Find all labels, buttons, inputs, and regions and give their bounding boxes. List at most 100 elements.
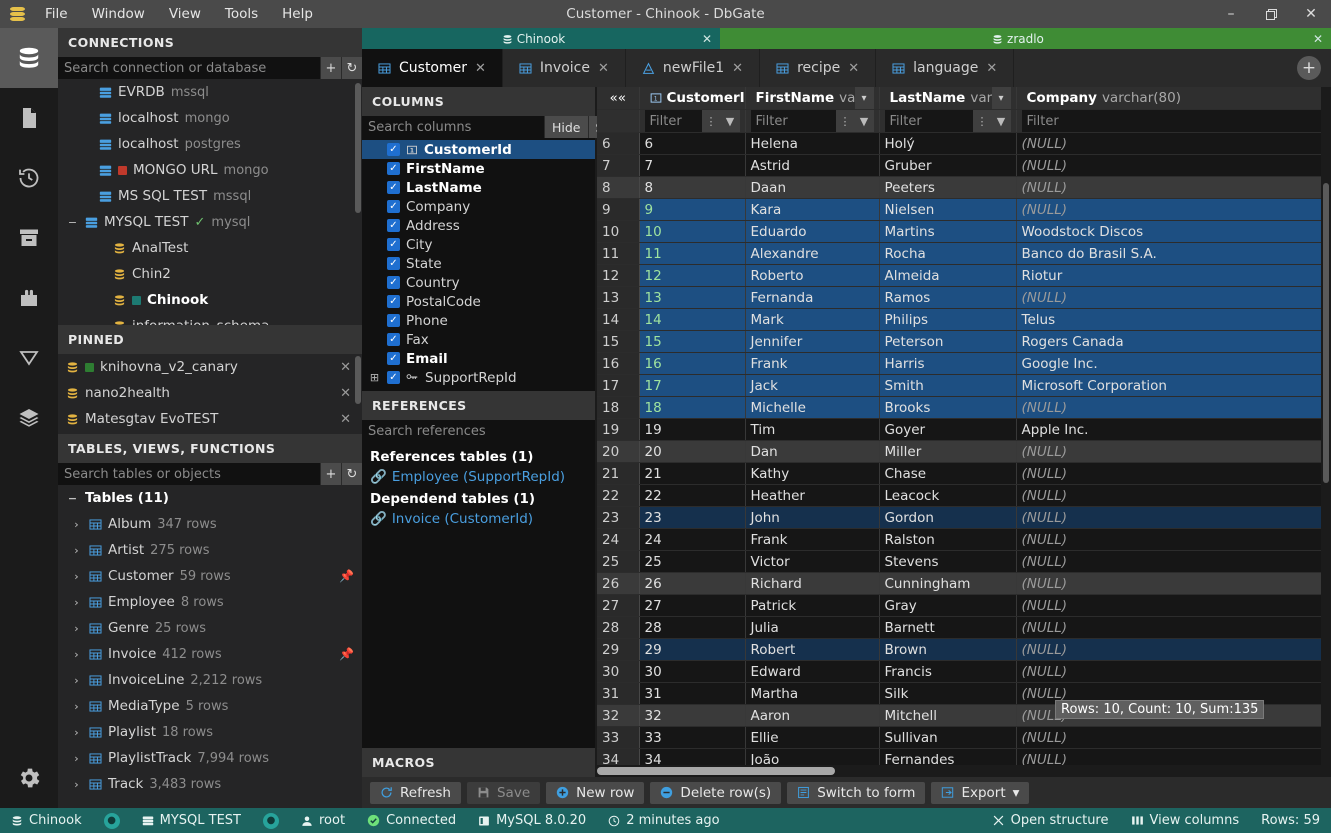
column-checkbox[interactable]: ✓ [387,333,400,346]
status-left-avatar-icon[interactable]: ● [252,808,290,833]
minimize-button[interactable]: – [1211,0,1251,28]
row-number-cell[interactable]: 9 [597,199,639,221]
filter-input-firstname[interactable] [751,114,836,129]
cell-lastname[interactable]: Philips [879,309,1016,331]
cell-firstname[interactable]: Michelle [745,397,879,419]
column-checkbox[interactable]: ✓ [387,295,400,308]
cell-company[interactable]: (NULL) [1016,727,1331,749]
pin-icon[interactable]: 📌 [339,569,354,583]
status-left-2-minutes-ago[interactable]: 2 minutes ago [597,808,730,833]
column-checkbox[interactable]: ✓ [387,238,400,251]
table-expander-icon[interactable]: › [70,570,83,583]
table-row[interactable]: 3333EllieSullivan(NULL) [597,727,1331,749]
column-checkbox-row-country[interactable]: ✓Country [362,273,595,292]
table-row[interactable]: 2424FrankRalston(NULL) [597,529,1331,551]
connections-scrollbar[interactable] [355,83,361,213]
file-tab-newfile1[interactable]: newFile1✕ [626,49,760,87]
table-row[interactable]: 88DaanPeeters(NULL) [597,177,1331,199]
column-checkbox[interactable]: ✓ [387,200,400,213]
new-tab-button[interactable]: + [1297,56,1321,80]
rail-archive-button[interactable] [0,208,58,268]
file-tab-close-icon[interactable]: ✕ [986,61,997,76]
cell-lastname[interactable]: Nielsen [879,199,1016,221]
row-number-cell[interactable]: 34 [597,749,639,766]
cell-customerid[interactable]: 22 [639,485,745,507]
connection-item-information-schema[interactable]: information_schema [58,313,362,325]
cell-company[interactable]: (NULL) [1016,155,1331,177]
cell-company[interactable]: (NULL) [1016,199,1331,221]
cell-company[interactable]: (NULL) [1016,573,1331,595]
connections-list[interactable]: EVRDBmssqllocalhostmongolocalhostpostgre… [58,79,362,325]
column-checkbox-row-supportrepid[interactable]: ⊞✓SupportRepId [362,368,595,387]
column-checkbox[interactable]: ✓ [387,181,400,194]
cell-firstname[interactable]: Eduardo [745,221,879,243]
table-item-invoice[interactable]: ›Invoice412 rows📌 [58,641,362,667]
table-item-invoiceline[interactable]: ›InvoiceLine2,212 rows [58,667,362,693]
cell-customerid[interactable]: 9 [639,199,745,221]
cell-lastname[interactable]: Ramos [879,287,1016,309]
cell-lastname[interactable]: Leacock [879,485,1016,507]
row-number-cell[interactable]: 25 [597,551,639,573]
cell-customerid[interactable]: 23 [639,507,745,529]
cell-lastname[interactable]: Barnett [879,617,1016,639]
cell-firstname[interactable]: Frank [745,529,879,551]
row-number-cell[interactable]: 20 [597,441,639,463]
pinned-item-matesgtav-evotest[interactable]: Matesgtav EvoTEST✕ [58,406,362,432]
menu-item-file[interactable]: File [34,2,79,26]
grid-horizontal-scroll-thumb[interactable] [597,767,835,775]
switch-to-form-button[interactable]: Switch to form [787,782,925,804]
reference-link-invoice[interactable]: 🔗 Invoice (CustomerId) [362,509,595,529]
column-checkbox-row-firstname[interactable]: ✓FirstName [362,159,595,178]
cell-lastname[interactable]: Cunningham [879,573,1016,595]
row-number-cell[interactable]: 15 [597,331,639,353]
add-connection-button[interactable]: + [320,57,341,79]
cell-firstname[interactable]: Julia [745,617,879,639]
save-button[interactable]: Save [467,782,540,804]
cell-firstname[interactable]: Martha [745,683,879,705]
cell-customerid[interactable]: 14 [639,309,745,331]
table-expander-icon[interactable]: › [70,518,83,531]
rail-database-button[interactable] [0,28,58,88]
row-number-cell[interactable]: 8 [597,177,639,199]
row-number-cell[interactable]: 6 [597,133,639,155]
rail-settings-button[interactable] [0,748,58,808]
column-checkbox-row-fax[interactable]: ✓Fax [362,330,595,349]
rail-file-button[interactable] [0,88,58,148]
cell-company[interactable]: (NULL) [1016,595,1331,617]
cell-customerid[interactable]: 15 [639,331,745,353]
row-number-cell[interactable]: 17 [597,375,639,397]
cell-firstname[interactable]: Edward [745,661,879,683]
file-tab-language[interactable]: language✕ [876,49,1014,87]
cell-company[interactable]: (NULL) [1016,507,1331,529]
cell-company[interactable]: Woodstock Discos [1016,221,1331,243]
cell-customerid[interactable]: 18 [639,397,745,419]
column-header-firstname-caret-icon[interactable]: ▾ [855,87,874,109]
pinned-item-close-icon[interactable]: ✕ [337,412,354,427]
hide-columns-button[interactable]: Hide [544,116,588,138]
cell-company[interactable]: Riotur [1016,265,1331,287]
filter-menu-icon-lastname[interactable]: ⋮ [973,110,992,132]
menu-item-tools[interactable]: Tools [214,2,269,26]
file-tab-close-icon[interactable]: ✕ [848,61,859,76]
column-checkbox-row-company[interactable]: ✓Company [362,197,595,216]
cell-company[interactable]: (NULL) [1016,177,1331,199]
table-expander-icon[interactable]: › [70,622,83,635]
columns-search-input[interactable] [362,116,544,138]
cell-lastname[interactable]: Chase [879,463,1016,485]
connection-item-chinook[interactable]: Chinook [58,287,362,313]
table-item-album[interactable]: ›Album347 rows [58,511,362,537]
cell-customerid[interactable]: 31 [639,683,745,705]
table-row[interactable]: 1919TimGoyerApple Inc. [597,419,1331,441]
row-number-cell[interactable]: 26 [597,573,639,595]
cell-company[interactable]: Telus [1016,309,1331,331]
tables-list[interactable]: − Tables (11) ›Album347 rows›Artist275 r… [58,485,362,808]
cell-firstname[interactable]: Frank [745,353,879,375]
column-checkbox-row-phone[interactable]: ✓Phone [362,311,595,330]
table-expander-icon[interactable]: › [70,700,83,713]
filter-menu-icon-customerid[interactable]: ⋮ [702,110,721,132]
column-checkbox[interactable]: ✓ [387,143,400,156]
cell-customerid[interactable]: 32 [639,705,745,727]
funnel-icon-customerid[interactable]: ▼ [721,110,740,132]
cell-company[interactable]: Rogers Canada [1016,331,1331,353]
file-tab-invoice[interactable]: Invoice✕ [503,49,626,87]
